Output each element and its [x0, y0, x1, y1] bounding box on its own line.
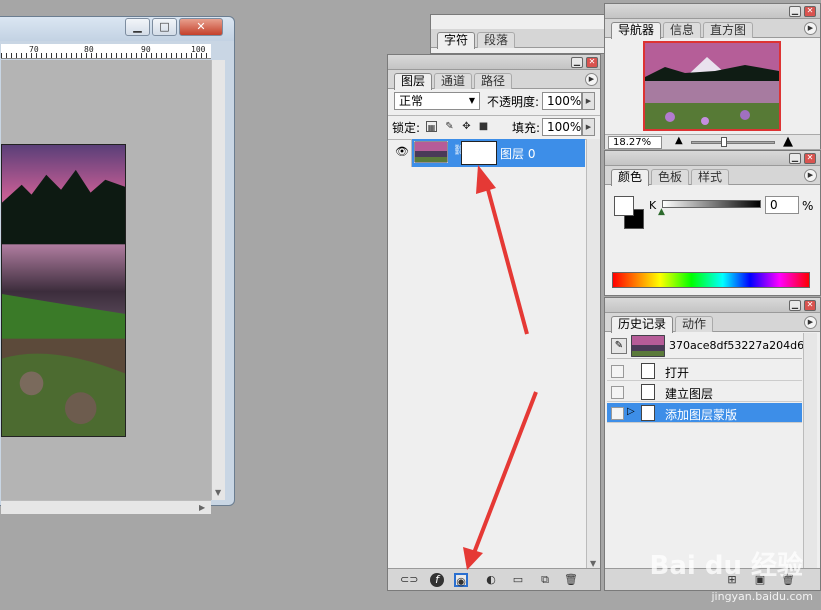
arrow-to-mask-thumbnail — [484, 181, 529, 335]
annotation-arrows — [463, 165, 538, 570]
tab-navigator[interactable]: 导航器 — [611, 22, 662, 39]
tab-character[interactable]: 字符 — [437, 32, 476, 49]
baidu-watermark: Bai du 经验 — [649, 551, 804, 581]
arrowhead-down-icon — [463, 547, 483, 570]
tab-history[interactable]: 历史记录 — [611, 316, 674, 333]
arrowhead-up-icon — [476, 165, 496, 194]
arrow-to-add-mask-button — [472, 391, 538, 554]
tab-color[interactable]: 颜色 — [611, 169, 650, 186]
tab-layers[interactable]: 图层 — [394, 73, 433, 90]
baidu-watermark-url: jingyan.baidu.com — [711, 590, 813, 603]
